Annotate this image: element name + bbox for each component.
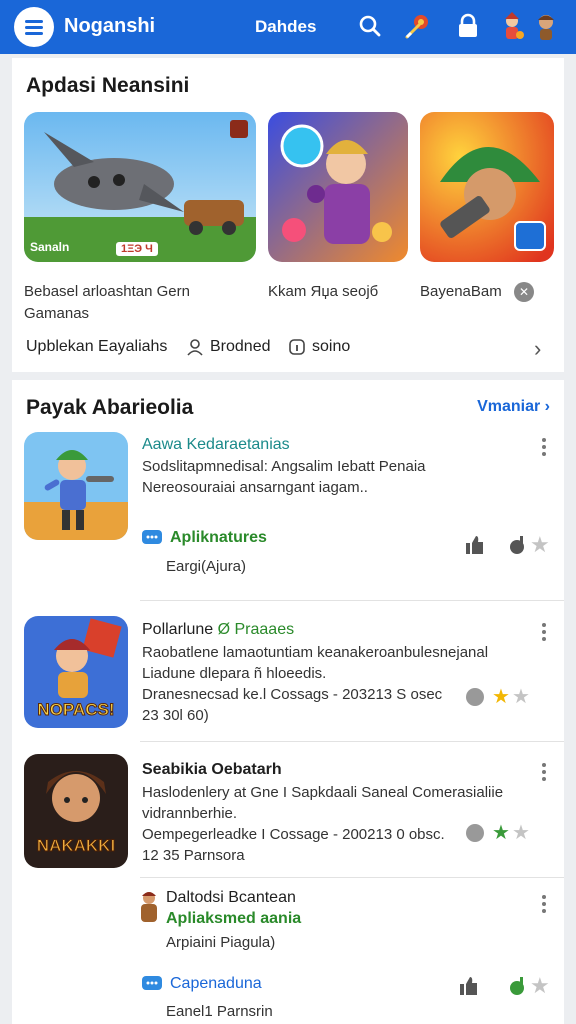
app-name-2-a: Pollarlune (142, 621, 214, 638)
featured-caption-1: Bebasel arloashtan Gern Gamanas (24, 283, 190, 322)
app-sub-row-4[interactable]: Capenaduna (142, 975, 262, 993)
app-name-2-b: Ø Praaaes (217, 621, 295, 638)
card-tag: 1ΞЭ Ч (116, 242, 158, 256)
app-desc-1: Sodslitapmnedisal: Angsalim Iebatt Penai… (142, 456, 538, 498)
app-desc-4: Arpiaini Piagula) (166, 934, 276, 951)
close-icon[interactable]: ✕ (514, 282, 534, 302)
user-icon (187, 339, 203, 356)
star-icon[interactable]: ★ (530, 532, 550, 558)
more-vert-icon[interactable] (540, 623, 548, 641)
filter-chip-3[interactable]: soino (288, 338, 350, 356)
filter-chip-2[interactable]: Brodned (186, 338, 271, 356)
app-desc-2-line2: Liadune dlepara ñ hloeedis. (142, 665, 327, 682)
star-icon: ★ (511, 686, 530, 708)
character-avatar-icon-2[interactable] (530, 10, 562, 42)
star-icon: ★ (511, 822, 530, 844)
app-title: Noganshi (64, 15, 156, 37)
lock-icon[interactable] (452, 10, 484, 42)
more-vert-icon[interactable] (540, 895, 548, 913)
status-dot (466, 687, 484, 706)
see-more-link[interactable]: Vmaniar › (477, 398, 550, 416)
thumbs-up-icon-2[interactable] (508, 534, 530, 561)
app-icon-3-text: NAKAKKI (36, 836, 116, 856)
info-icon (289, 339, 305, 355)
featured-game-card-2[interactable] (268, 112, 408, 262)
featured-game-card-3[interactable] (420, 112, 554, 262)
divider (140, 600, 564, 601)
rating-row-2: ★ ★ (466, 684, 530, 709)
top-app-bar: Noganshi Dahdes (0, 0, 576, 54)
app-sub-meta-1: Eargi(Ajura) (166, 558, 247, 575)
app-desc-3-line1: Haslodenlery at Gne I Sapkdaali Saneal C… (142, 784, 504, 801)
app-icon-1[interactable] (24, 432, 128, 540)
section-title-popular: Payak Abarieolia (26, 396, 194, 419)
tab-label[interactable]: Dahdes (255, 17, 316, 37)
chat-icon (142, 976, 162, 990)
section-title-featured: Apdasi Neansini (26, 74, 190, 97)
app-name-2[interactable]: Pollarlune Ø Praaaes (142, 621, 294, 639)
search-icon[interactable] (354, 10, 386, 42)
app-name-3[interactable]: Seabikia Oebatarh (142, 761, 282, 779)
app-sub-meta-4: Eanel1 Parnsrin (166, 1003, 273, 1020)
filter-label-1: Upblekan Eayaliahs (26, 338, 168, 355)
card-badge: Sanaln (30, 240, 70, 254)
status-dot (466, 823, 484, 842)
app-sub-row-1[interactable]: Apliknatures (142, 529, 267, 547)
star-icon[interactable]: ★ (530, 973, 550, 999)
thumbs-up-icon[interactable] (464, 534, 486, 561)
see-more-label: Vmaniar (477, 398, 541, 415)
rating-row-3: ★ ★ (466, 820, 530, 845)
featured-caption-2: Kkam Яџа ѕеојб (268, 283, 379, 300)
featured-caption-3: BayenaBam (420, 283, 502, 300)
chevron-right-icon[interactable]: › (534, 336, 541, 362)
thumbs-up-icon-2[interactable] (508, 975, 530, 1002)
app-name-1[interactable]: Aawa Kedaraetanias (142, 436, 290, 454)
filter-label-3: soino (312, 338, 351, 355)
app-desc-2-line1: Raobatlene lamaotuntiam keanakeroanbules… (142, 644, 489, 661)
filter-chip-1[interactable]: Upblekan Eayaliahs (26, 338, 167, 356)
guitar-icon[interactable] (402, 10, 434, 42)
app-icon-4[interactable] (138, 888, 160, 933)
app-subname-4[interactable]: Apliaksmed aania (166, 910, 301, 928)
thumbs-up-icon[interactable] (458, 975, 480, 1002)
divider (140, 741, 564, 742)
app-sub-label-4: Capenaduna (170, 975, 262, 992)
app-name-4[interactable]: Daltodsi Bcantean (166, 889, 296, 907)
app-icon-2-text: NOPACS! (37, 700, 115, 720)
app-desc-3-line4: 12 35 Parnsora (142, 847, 245, 864)
filter-label-2: Brodned (210, 338, 271, 355)
app-sub-label-1: Apliknatures (170, 529, 267, 546)
more-vert-icon[interactable] (540, 763, 548, 781)
app-desc-1-line1: Sodslitapmnedisal: Angsalim Iebatt Penai… (142, 458, 426, 475)
featured-game-card-1[interactable]: Sanaln 1ΞЭ Ч (24, 112, 256, 262)
app-icon-3[interactable]: NAKAKKI (24, 754, 128, 868)
divider (140, 877, 564, 878)
app-desc-1-line2: Nereosouraiai ansarngant iagam.. (142, 479, 368, 496)
chat-icon (142, 530, 162, 544)
app-icon-2[interactable]: NOPACS! (24, 616, 128, 728)
menu-button[interactable] (14, 7, 54, 47)
star-icon: ★ (492, 686, 510, 708)
more-vert-icon[interactable] (540, 438, 548, 456)
character-avatar-icon[interactable] (496, 10, 528, 42)
star-icon: ★ (492, 822, 510, 844)
menu-icon (25, 20, 43, 23)
